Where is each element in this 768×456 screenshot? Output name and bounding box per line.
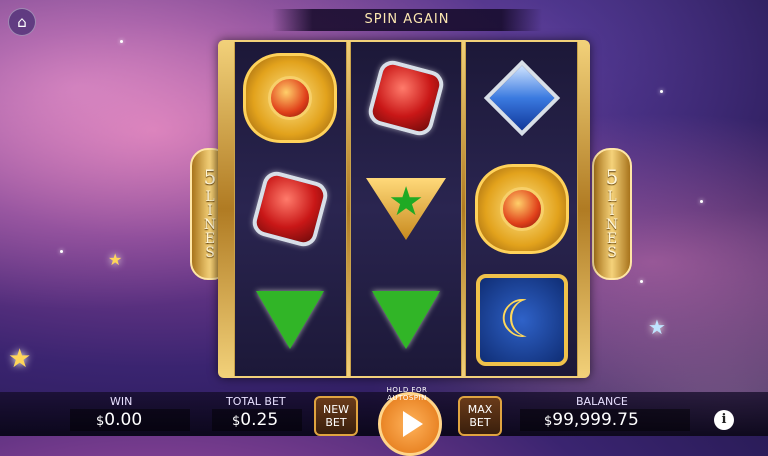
symbol-sun-medallion [240, 48, 340, 148]
symbol-red-gem [356, 48, 456, 148]
moon-icon: ☾ [498, 290, 545, 351]
reel-3: ☾ [465, 42, 579, 376]
status-banner: SPIN AGAIN [272, 9, 542, 31]
decorative-star-icon: ★ [108, 250, 123, 269]
background-star [640, 280, 643, 283]
reel-2: ★ [349, 42, 463, 376]
balance-value: $99,999.75 [544, 410, 639, 430]
lines-number: 5 [203, 165, 217, 189]
background-star [660, 90, 663, 93]
lines-badge-right: 5 LINES [592, 148, 632, 280]
symbol-green-gem [356, 270, 456, 370]
info-icon: i [721, 412, 727, 427]
win-label: WIN [110, 395, 133, 408]
reel-grid: ★ ☾ [234, 42, 579, 376]
max-bet-button[interactable]: MAX BET [458, 396, 502, 436]
background-star [120, 40, 123, 43]
lines-word: LINES [604, 189, 620, 259]
new-bet-button[interactable]: NEW BET [314, 396, 358, 436]
balance-label: BALANCE [576, 395, 628, 408]
lines-word: LINES [202, 189, 218, 259]
info-button[interactable]: i [714, 410, 734, 430]
symbol-blue-gem [472, 48, 572, 148]
symbol-emerald-star-badge: ★ [356, 159, 456, 259]
background-star [700, 200, 703, 203]
total-bet-value: $0.25 [232, 410, 279, 430]
symbol-green-gem [240, 270, 340, 370]
home-button[interactable]: ⌂ [8, 8, 36, 36]
home-icon: ⌂ [17, 13, 27, 31]
decorative-star-icon: ★ [648, 315, 666, 339]
symbol-sun-medallion [472, 159, 572, 259]
reel-1 [234, 42, 347, 376]
decorative-star-icon: ★ [8, 344, 32, 374]
total-bet-label: TOTAL BET [226, 395, 286, 408]
win-value: $0.00 [96, 410, 143, 430]
star-icon: ★ [388, 178, 424, 225]
background-star [60, 250, 63, 253]
lines-number: 5 [605, 165, 619, 189]
play-arrow-icon [403, 411, 423, 437]
autospin-hint: HOLD FOR AUTOSPIN [386, 386, 428, 402]
symbol-moon-tile: ☾ [472, 270, 572, 370]
symbol-red-gem [240, 159, 340, 259]
